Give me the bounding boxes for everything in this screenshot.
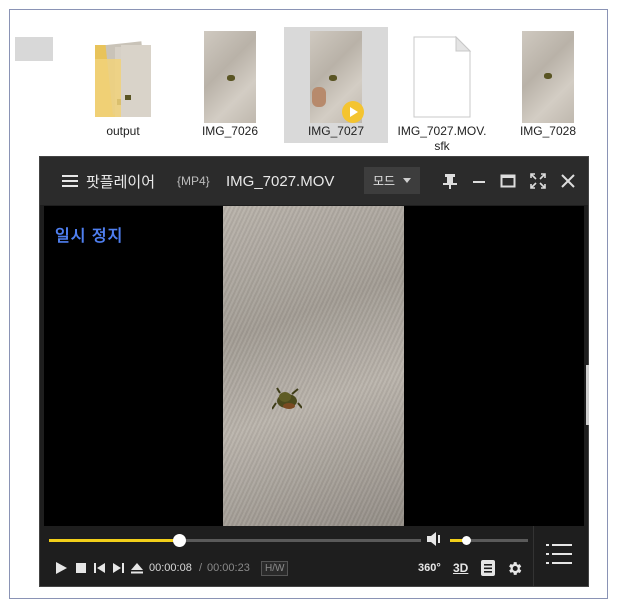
volume-icon[interactable] xyxy=(426,531,444,552)
maximize-icon[interactable] xyxy=(498,171,518,191)
chevron-down-icon xyxy=(403,178,412,183)
current-time: 00:00:08 xyxy=(149,562,192,574)
video-frame xyxy=(223,206,404,526)
vr-360-label: 360° xyxy=(418,562,441,574)
file-item-img-7027-mov-sfk[interactable]: IMG_7027.MOV. sfk xyxy=(390,27,494,157)
app-title: 팟플레이어 xyxy=(86,173,156,191)
pin-icon[interactable] xyxy=(440,171,460,191)
frog-icon xyxy=(544,73,552,79)
next-icon[interactable] xyxy=(112,558,124,578)
frog-image xyxy=(272,387,302,410)
format-label: {MP4} xyxy=(177,174,210,188)
file-title: IMG_7027.MOV xyxy=(226,172,335,190)
seek-bar[interactable] xyxy=(49,534,421,547)
file-label: IMG_7027.MOV. sfk xyxy=(397,124,487,153)
control-row: 00:00:08 / 00:00:23 H/W 360° 3D xyxy=(40,553,530,583)
stop-icon[interactable] xyxy=(76,558,86,578)
eject-icon[interactable] xyxy=(131,558,143,578)
video-thumbnail xyxy=(204,31,256,123)
pause-status-overlay: 일시 정지 xyxy=(55,228,124,245)
3d-label: 3D xyxy=(453,561,469,575)
close-icon[interactable] xyxy=(558,171,578,191)
playlist-icon[interactable] xyxy=(481,558,495,578)
video-thumbnail xyxy=(310,31,364,123)
playlist-panel-toggle[interactable] xyxy=(533,526,588,586)
document-icon xyxy=(412,35,472,119)
file-label: IMG_7028 xyxy=(519,124,577,138)
window-edge-handle[interactable] xyxy=(586,365,589,425)
potplayer-window: 팟플레이어 {MP4} IMG_7027.MOV 모드 일시 정지 00:00:… xyxy=(39,156,589,587)
volume-handle[interactable] xyxy=(461,536,471,545)
frog-icon xyxy=(329,75,337,81)
frog-icon xyxy=(227,75,235,81)
list-menu-icon[interactable] xyxy=(546,542,572,571)
file-item-output[interactable]: output xyxy=(71,27,175,157)
total-time: 00:00:23 xyxy=(207,562,250,574)
file-label: IMG_7027 xyxy=(307,124,365,138)
seek-row xyxy=(40,526,530,552)
menu-icon[interactable] xyxy=(62,157,78,205)
file-label: output xyxy=(106,124,140,138)
gear-icon[interactable] xyxy=(506,558,523,578)
time-separator: / xyxy=(199,562,203,574)
mode-button[interactable]: 모드 xyxy=(364,167,420,194)
hw-label: H/W xyxy=(261,560,289,576)
title-bar[interactable]: 팟플레이어 {MP4} IMG_7027.MOV 모드 xyxy=(40,157,588,205)
3d-button[interactable]: 3D xyxy=(453,558,468,578)
vr-360-button[interactable]: 360° xyxy=(418,558,441,578)
video-area[interactable]: 일시 정지 xyxy=(44,206,584,526)
fullscreen-icon[interactable] xyxy=(528,171,548,191)
navigation-pane-stub[interactable] xyxy=(15,37,53,61)
play-icon[interactable] xyxy=(54,558,68,578)
file-item-img-7028[interactable]: IMG_7028 xyxy=(496,27,600,157)
finger xyxy=(312,87,326,107)
mode-label: 모드 xyxy=(372,174,396,188)
minimize-icon[interactable] xyxy=(469,171,489,191)
play-badge-icon xyxy=(342,101,364,123)
seek-handle[interactable] xyxy=(173,534,187,547)
volume-slider[interactable] xyxy=(450,536,528,545)
seek-progress xyxy=(49,539,180,542)
hw-accel-button[interactable]: H/W xyxy=(261,558,289,578)
file-item-img-7027[interactable]: IMG_7027 xyxy=(284,27,388,157)
previous-icon[interactable] xyxy=(94,558,106,578)
file-item-img-7026[interactable]: IMG_7026 xyxy=(178,27,282,157)
video-thumbnail xyxy=(522,31,574,123)
folder-icon xyxy=(91,37,155,119)
file-label: IMG_7026 xyxy=(201,124,259,138)
